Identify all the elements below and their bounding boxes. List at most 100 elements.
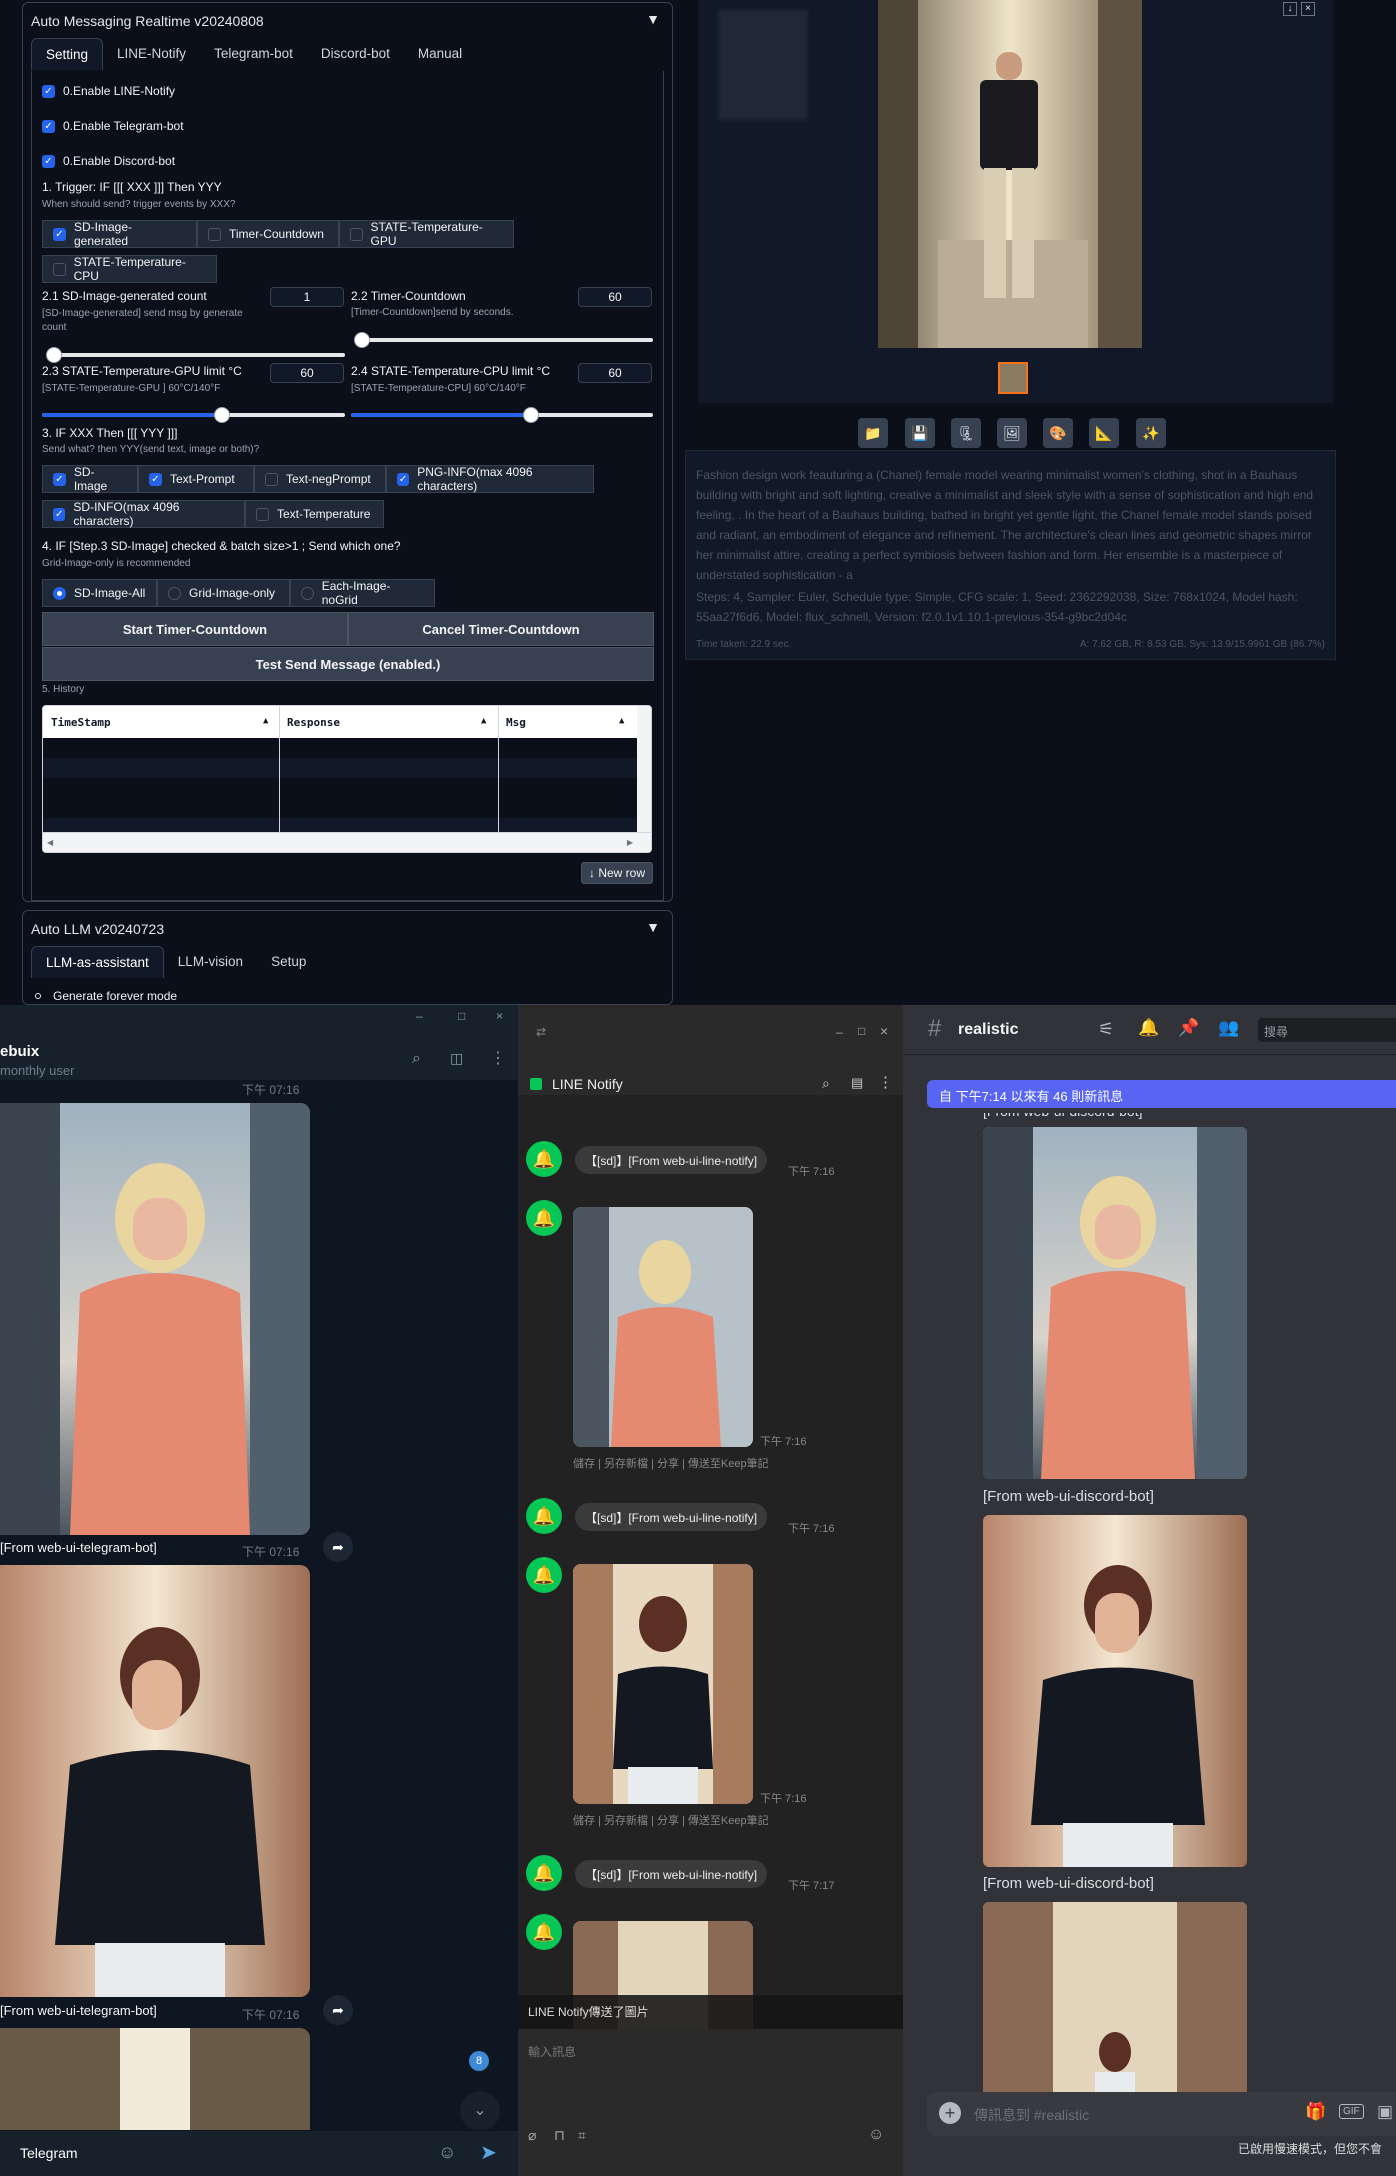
collapse-arrow-icon[interactable]: ▼	[646, 919, 660, 935]
slider-knob[interactable]	[214, 407, 230, 423]
message-photo[interactable]	[983, 1515, 1247, 1867]
batch-each-image-nogrid[interactable]: Each-Image-noGrid	[290, 579, 435, 607]
sort-icon[interactable]: ▲	[481, 716, 486, 726]
add-attachment-icon[interactable]: +	[939, 2102, 961, 2124]
message-photo[interactable]	[573, 1207, 753, 1447]
col-msg[interactable]: Msg	[506, 716, 526, 729]
message-input[interactable]: Telegram	[20, 2145, 78, 2161]
message-input[interactable]: 輸入訊息	[528, 2043, 576, 2060]
new-row-button[interactable]: ↓ New row	[581, 862, 653, 884]
download-icon[interactable]: ↓	[1283, 2, 1297, 16]
tab-setup[interactable]: Setup	[257, 946, 320, 978]
message-bubble[interactable]: 【[sd]】[From web-ui-line-notify]	[575, 1146, 768, 1174]
tab-llm-as-assistant[interactable]: LLM-as-assistant	[31, 946, 164, 978]
enable-telegram-checkbox[interactable]: ✓ 0.Enable Telegram-bot	[42, 119, 184, 133]
batch-grid-image-only[interactable]: Grid-Image-only	[157, 579, 290, 607]
sparkle-icon[interactable]: ✨	[1136, 418, 1166, 448]
send-sd-image[interactable]: ✓ SD-Image	[42, 465, 138, 493]
gift-icon[interactable]: 🎁	[1305, 2102, 1326, 2122]
thumbnail[interactable]	[998, 362, 1028, 394]
horizontal-scrollbar[interactable]: ◀ ▶	[43, 832, 651, 852]
search-icon[interactable]: ⌕	[822, 1075, 830, 1092]
start-timer-button[interactable]: Start Timer-Countdown	[42, 612, 348, 646]
message-photo[interactable]	[983, 1127, 1247, 1479]
tab-line-notify[interactable]: LINE-Notify	[103, 38, 200, 70]
emoji-icon[interactable]: ☺	[868, 2126, 884, 2144]
message-photo[interactable]	[983, 1902, 1247, 2092]
tab-telegram-bot[interactable]: Telegram-bot	[200, 38, 307, 70]
sidebar-toggle-icon[interactable]: ◫	[450, 1050, 463, 1067]
members-icon[interactable]: 👥	[1218, 1018, 1239, 1038]
close-icon[interactable]: ×	[496, 1009, 503, 1023]
bookmark-icon[interactable]: ⊓	[554, 2127, 565, 2144]
bell-icon[interactable]: 🔔	[1138, 1018, 1159, 1038]
message-bubble[interactable]: 【[sd]】[From web-ui-line-notify]	[575, 1503, 768, 1531]
count-number-input[interactable]: 1	[270, 287, 344, 307]
close-icon[interactable]: ×	[1301, 2, 1315, 16]
send-sd-info[interactable]: ✓ SD-INFO(max 4096 characters)	[42, 500, 245, 528]
sticker-icon[interactable]: ▣	[1377, 2102, 1393, 2122]
search-icon[interactable]: ⌕	[412, 1050, 421, 1068]
save-icon[interactable]: 💾	[905, 418, 935, 448]
generate-forever-item[interactable]: Generate forever mode	[35, 989, 177, 1003]
send-text-negprompt[interactable]: Text-negPrompt	[254, 465, 386, 493]
send-text-prompt[interactable]: ✓ Text-Prompt	[138, 465, 254, 493]
send-to-inpaint-icon[interactable]: 🎨	[1043, 418, 1073, 448]
slider-knob[interactable]	[46, 347, 62, 363]
gif-icon[interactable]: GIF	[1339, 2104, 1364, 2119]
maximize-icon[interactable]: □	[858, 1024, 865, 1038]
slider-knob[interactable]	[523, 407, 539, 423]
cpu-number-input[interactable]: 60	[578, 363, 652, 383]
test-send-button[interactable]: Test Send Message (enabled.)	[42, 647, 654, 681]
image-actions[interactable]: 儲存 | 另存新檔 | 分享 | 傳送至Keep筆記	[573, 1812, 769, 1828]
emoji-icon[interactable]: ☺	[438, 2142, 456, 2163]
send-to-img2img-icon[interactable]: 🖼	[997, 418, 1027, 448]
cpu-slider[interactable]	[351, 407, 653, 423]
tab-setting[interactable]: Setting	[31, 38, 104, 70]
batch-sd-image-all[interactable]: SD-Image-All	[42, 579, 157, 607]
slider-knob[interactable]	[354, 332, 370, 348]
sort-icon[interactable]: ▲	[619, 716, 624, 726]
tab-manual[interactable]: Manual	[404, 38, 476, 70]
enable-discord-checkbox[interactable]: ✓ 0.Enable Discord-bot	[42, 154, 175, 168]
image-actions[interactable]: 儲存 | 另存新檔 | 分享 | 傳送至Keep筆記	[573, 1455, 769, 1471]
attach-icon[interactable]: ⌀	[528, 2127, 536, 2144]
more-icon[interactable]: ⋮	[878, 1073, 893, 1091]
send-png-info[interactable]: ✓ PNG-INFO(max 4096 characters)	[386, 465, 594, 493]
cancel-timer-button[interactable]: Cancel Timer-Countdown	[348, 612, 654, 646]
message-photo[interactable]	[0, 2028, 310, 2130]
pin-icon[interactable]: 📌	[1178, 1018, 1199, 1038]
send-text-temperature[interactable]: Text-Temperature	[245, 500, 384, 528]
message-input[interactable]: 傳訊息到 #realistic	[974, 2105, 1089, 2125]
message-bubble[interactable]: 【[sd]】[From web-ui-line-notify]	[575, 1860, 768, 1888]
col-response[interactable]: Response	[287, 716, 340, 729]
close-icon[interactable]: ×	[880, 1023, 888, 1039]
history-table[interactable]: TimeStamp ▲ Response ▲ Msg ▲ ◀ ▶	[42, 705, 652, 853]
timer-number-input[interactable]: 60	[578, 287, 652, 307]
message-photo[interactable]	[0, 1565, 310, 1997]
search-input[interactable]: 搜尋	[1258, 1018, 1396, 1042]
more-icon[interactable]: ⋮	[490, 1048, 506, 1068]
crop-icon[interactable]: ⌗	[578, 2127, 586, 2144]
vertical-scrollbar[interactable]	[637, 706, 651, 832]
minimize-icon[interactable]: –	[836, 1025, 843, 1039]
new-messages-banner[interactable]: 自 下午7:14 以來有 46 則新訊息	[927, 1080, 1396, 1108]
send-to-extras-icon[interactable]: 📐	[1089, 418, 1119, 448]
trigger-sd-image[interactable]: ✓ SD-Image-generated	[42, 220, 197, 248]
minimize-icon[interactable]: –	[416, 1009, 423, 1023]
trigger-timer[interactable]: Timer-Countdown	[197, 220, 339, 248]
zip-icon[interactable]: 🗜	[951, 418, 981, 448]
settings-icon[interactable]: ⇄	[536, 1025, 546, 1039]
forward-icon[interactable]: ➦	[323, 1532, 353, 1562]
trigger-gpu-temp[interactable]: STATE-Temperature-GPU	[339, 220, 514, 248]
tab-discord-bot[interactable]: Discord-bot	[307, 38, 404, 70]
tab-llm-vision[interactable]: LLM-vision	[164, 946, 257, 978]
count-slider[interactable]	[46, 347, 345, 363]
sort-icon[interactable]: ▲	[263, 716, 268, 726]
scroll-down-button[interactable]: ⌄	[460, 2091, 500, 2131]
enable-line-checkbox[interactable]: ✓ 0.Enable LINE-Notify	[42, 84, 175, 98]
trigger-cpu-temp[interactable]: STATE-Temperature-CPU	[42, 255, 217, 283]
threads-icon[interactable]: ⚟	[1098, 1019, 1114, 1040]
message-photo[interactable]	[0, 1103, 310, 1535]
col-timestamp[interactable]: TimeStamp	[51, 716, 111, 729]
